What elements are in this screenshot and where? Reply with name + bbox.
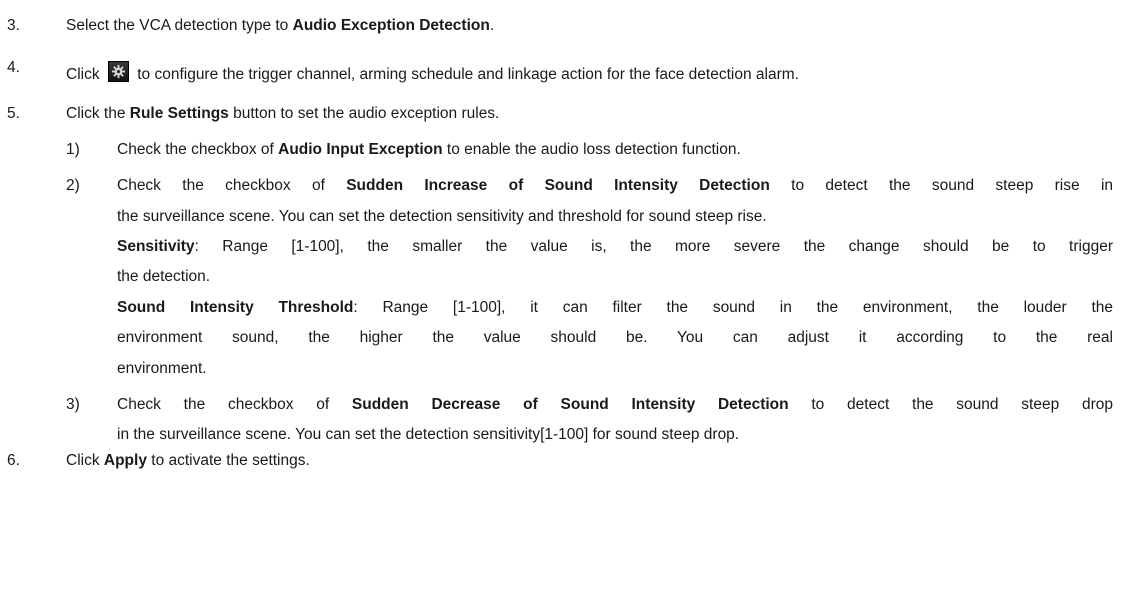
substep-1-bold: Audio Input Exception: [278, 141, 443, 158]
step-3-text: Select the VCA detection type to Audio E…: [66, 16, 494, 36]
threshold-label: Sound Intensity Threshold: [117, 299, 354, 316]
step-4-number: 4.: [7, 59, 20, 76]
step-6-bold: Apply: [103, 452, 147, 469]
substep-2-number: 2): [66, 177, 80, 194]
substep-1-number: 1): [66, 141, 80, 158]
substep-3-post: to detect the sound steep drop: [788, 396, 1113, 413]
substep-3-bold: Sudden Decrease of Sound Intensity Detec…: [351, 396, 789, 413]
threshold-line-2: environment sound, the higher the value …: [117, 329, 1113, 346]
step-6-text: Click Apply to activate the settings.: [66, 451, 310, 471]
threshold-desc: : Range [1-100], it can filter the sound…: [353, 299, 1113, 316]
step-3-post: .: [489, 17, 495, 34]
sensitivity-line-2: the detection.: [117, 268, 211, 285]
substep-3-number: 3): [66, 396, 80, 413]
substep-3-line-1: Check the checkbox of Sudden Decrease of…: [117, 395, 1113, 415]
threshold-line-1: Sound Intensity Threshold: Range [1-100]…: [117, 298, 1113, 318]
step-5-pre: Click the: [66, 105, 130, 122]
substep-2-pre: Check the checkbox of: [117, 177, 347, 194]
substep-3-pre: Check the checkbox of: [117, 396, 352, 413]
substep-3-line-2: in the surveillance scene. You can set t…: [117, 426, 740, 443]
step-4-text: Click to configure the trigger channel, …: [66, 58, 799, 85]
substep-2-line-2: the surveillance scene. You can set the …: [117, 208, 767, 225]
step-6-pre: Click: [66, 452, 104, 469]
step-5-text: Click the Rule Settings button to set th…: [66, 104, 499, 124]
substep-2-line-1: Check the checkbox of Sudden Increase of…: [117, 176, 1113, 196]
sensitivity-desc: : Range [1-100], the smaller the value i…: [194, 238, 1113, 255]
step-5-bold: Rule Settings: [129, 105, 229, 122]
gear-icon: [107, 61, 129, 82]
substep-2-bold: Sudden Increase of Sound Intensity Detec…: [346, 177, 770, 194]
substep-1-post: to enable the audio loss detection funct…: [442, 141, 741, 158]
step-3-pre: Select the VCA detection type to: [66, 17, 293, 34]
substep-1-text: Check the checkbox of Audio Input Except…: [117, 140, 741, 160]
step-4-post: to configure the trigger channel, arming…: [137, 66, 799, 83]
step-5-post: button to set the audio exception rules.: [228, 105, 500, 122]
step-3-bold: Audio Exception Detection: [292, 17, 490, 34]
threshold-line-3: environment.: [117, 360, 207, 377]
step-3-number: 3.: [7, 17, 20, 34]
substep-1-pre: Check the checkbox of: [117, 141, 279, 158]
step-6-post: to activate the settings.: [146, 452, 310, 469]
step-6-number: 6.: [7, 452, 20, 469]
step-4-pre: Click: [66, 66, 100, 83]
substep-2-post: to detect the sound steep rise in: [769, 177, 1114, 194]
sensitivity-line-1: Sensitivity: Range [1-100], the smaller …: [117, 237, 1113, 257]
step-5-number: 5.: [7, 105, 20, 122]
sensitivity-label: Sensitivity: [117, 238, 195, 255]
